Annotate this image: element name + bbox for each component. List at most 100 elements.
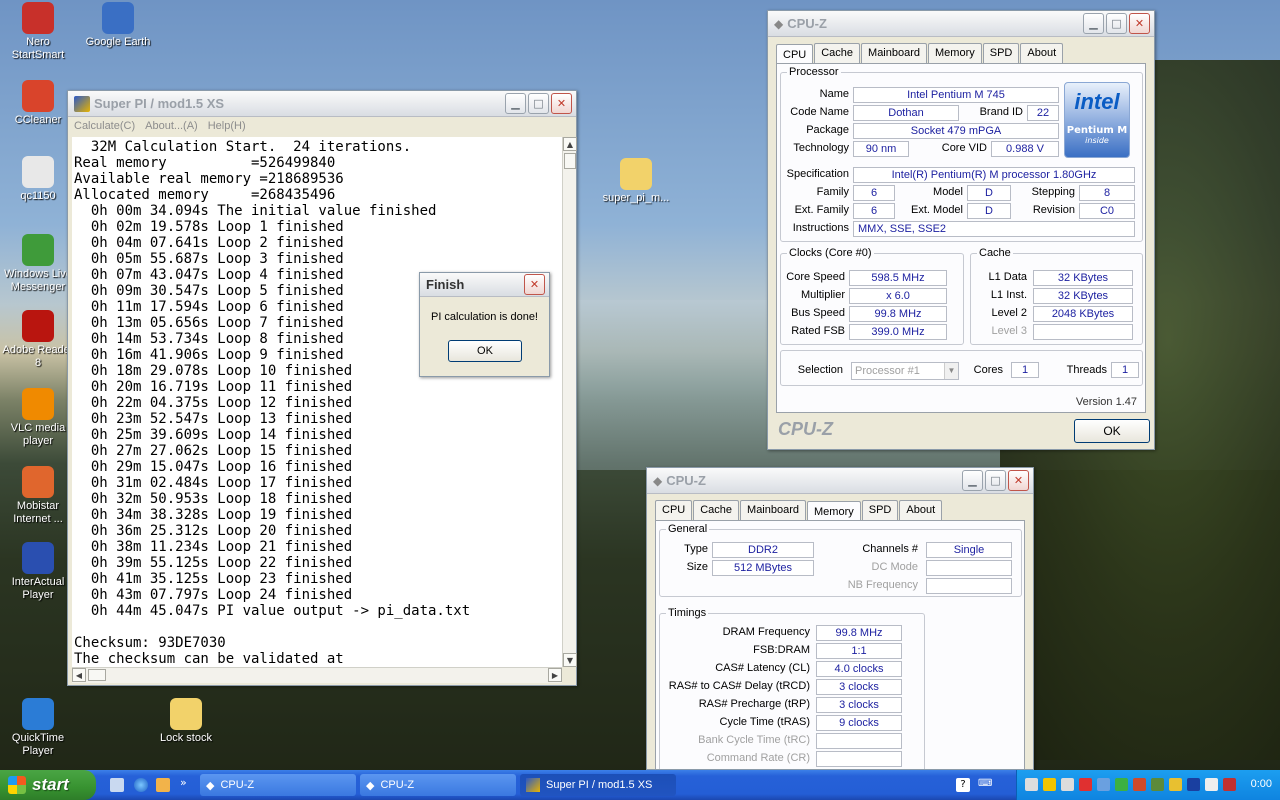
scroll-thumb[interactable]	[564, 153, 576, 169]
size-label: Size	[686, 561, 708, 573]
cpuz-ok-button[interactable]: OK	[1074, 419, 1150, 443]
quicklaunch-chevron-icon[interactable]: »	[180, 776, 187, 789]
timing-label: RAS# to CAS# Delay (tRCD)	[668, 680, 810, 692]
tray-app4-icon[interactable]	[1169, 778, 1182, 791]
desktop-icon[interactable]: Nero StartSmart	[0, 2, 76, 62]
quicklaunch-media-icon[interactable]	[156, 778, 170, 792]
close-button[interactable]: ✕	[551, 93, 572, 114]
desktop-icon[interactable]: Google Earth	[80, 2, 156, 49]
menu-about[interactable]: About...(A)	[145, 120, 198, 132]
tab-cpu[interactable]: CPU	[776, 44, 814, 64]
hscroll-thumb[interactable]	[88, 669, 106, 681]
timing-value: 4.0 clocks	[816, 661, 902, 677]
scroll-right-icon[interactable]: ▶	[548, 668, 562, 682]
start-label: start	[32, 775, 69, 794]
output-line: 0h 44m 45.047s PI value output -> pi_dat…	[74, 603, 471, 619]
clock: 0:00	[1250, 778, 1272, 790]
finish-ok-button[interactable]: OK	[448, 340, 522, 362]
cores-value: 1	[1011, 362, 1039, 378]
chevron-down-icon[interactable]: ▼	[944, 363, 958, 379]
maximize-button[interactable]: □	[528, 93, 549, 114]
maximize-button[interactable]: □	[1106, 13, 1127, 34]
tray-wifi-icon[interactable]	[1205, 778, 1218, 791]
language-icon[interactable]: ⌨	[978, 778, 992, 792]
desktop-icon[interactable]: InterActual Player	[0, 542, 76, 602]
maximize-button[interactable]: □	[985, 470, 1006, 491]
tray-app-icon[interactable]	[1115, 778, 1128, 791]
minimize-button[interactable]: ▁	[1083, 13, 1104, 34]
cpuz2-titlebar[interactable]: ◆ CPU-Z ▁ □ ✕	[647, 468, 1033, 494]
tab-about[interactable]: About	[899, 500, 943, 520]
desktop-icon[interactable]: Lock stock	[148, 698, 224, 745]
scroll-left-icon[interactable]: ◀	[72, 668, 86, 682]
task-cpuz-2[interactable]: ◆ CPU-Z	[360, 774, 516, 796]
quicklaunch-ie-icon[interactable]	[134, 778, 148, 792]
corevid-value: 0.988 V	[991, 141, 1059, 157]
timing-value	[816, 751, 902, 767]
close-button[interactable]: ✕	[1129, 13, 1150, 34]
tab-memory[interactable]: Memory	[807, 501, 861, 521]
menu-calculate[interactable]: Calculate(C)	[74, 120, 135, 132]
desktop-icon[interactable]: Windows Live Messenger	[0, 234, 76, 294]
tab-about[interactable]: About	[1020, 43, 1064, 63]
task-superpi[interactable]: Super PI / mod1.5 XS	[520, 774, 676, 796]
tab-cpu[interactable]: CPU	[655, 500, 693, 520]
tray-network-icon[interactable]	[1025, 778, 1038, 791]
tray-app5-icon[interactable]	[1187, 778, 1200, 791]
tray-security-icon[interactable]	[1043, 778, 1056, 791]
corevid-label: Core VID	[941, 142, 987, 154]
desktop-icon[interactable]: Adobe Reader 8	[0, 310, 76, 370]
tray-volume-icon[interactable]	[1061, 778, 1074, 791]
tray-app3-icon[interactable]	[1151, 778, 1164, 791]
codename-value: Dothan	[853, 105, 959, 121]
finish-close-button[interactable]: ✕	[524, 274, 545, 295]
superpi-titlebar[interactable]: Super PI / mod1.5 XS ▁ □ ✕	[68, 91, 576, 117]
tab-memory[interactable]: Memory	[928, 43, 982, 63]
task-cpuz-1[interactable]: ◆ CPU-Z	[200, 774, 356, 796]
scroll-up-icon[interactable]: ▲	[563, 137, 577, 151]
superpi-window[interactable]: Super PI / mod1.5 XS ▁ □ ✕ Calculate(C) …	[67, 90, 577, 686]
minimize-button[interactable]: ▁	[505, 93, 526, 114]
threads-label: Threads	[1066, 364, 1107, 376]
tab-cache[interactable]: Cache	[814, 43, 861, 63]
desktop-icon[interactable]: QuickTime Player	[0, 698, 76, 758]
tray-app2-icon[interactable]	[1133, 778, 1146, 791]
horizontal-scrollbar[interactable]: ◀ ▶	[72, 667, 562, 683]
tab-spd[interactable]: SPD	[861, 500, 899, 520]
corespeed-label: Core Speed	[786, 271, 845, 283]
desktop-icon[interactable]: VLC media player	[0, 388, 76, 448]
desktop-icon[interactable]: super_pi_m...	[598, 158, 674, 205]
tab-cache[interactable]: Cache	[693, 500, 740, 520]
tab-mainboard[interactable]: Mainboard	[861, 43, 928, 63]
busspeed-label: Bus Speed	[791, 307, 845, 319]
close-button[interactable]: ✕	[1008, 470, 1029, 491]
desktop-icon[interactable]: Mobistar Internet ...	[0, 466, 76, 526]
menu-help[interactable]: Help(H)	[208, 120, 246, 132]
start-button[interactable]: start	[0, 770, 96, 800]
taskbar: start » ◆ CPU-Z ◆ CPU-Z Super PI / mod1.5 …	[0, 770, 1280, 800]
task-superpi-icon	[526, 778, 540, 792]
cpuz-cpu-window[interactable]: ◆ CPU-Z ▁ □ ✕ CPU Cache Mainboard Memory…	[767, 10, 1155, 450]
tray-alert-icon[interactable]	[1079, 778, 1092, 791]
desktop-icon[interactable]: CCleaner	[0, 80, 76, 127]
tab-spd[interactable]: SPD	[982, 43, 1020, 63]
tray-sync-icon[interactable]	[1097, 778, 1110, 791]
finish-titlebar[interactable]: Finish ✕	[420, 273, 549, 297]
codename-label: Code Name	[790, 106, 849, 118]
desktop-icon[interactable]: qc1150	[0, 156, 76, 203]
vertical-scrollbar[interactable]: ▲ ▼	[562, 137, 577, 667]
output-line: The checksum can be validated at	[74, 651, 344, 667]
model-value: D	[967, 185, 1011, 201]
tab-mainboard[interactable]: Mainboard	[740, 500, 807, 520]
help-icon[interactable]: ?	[956, 778, 970, 792]
selection-dropdown[interactable]: Processor #1 ▼	[851, 362, 959, 380]
superpi-title: Super PI / mod1.5 XS	[94, 96, 225, 111]
cpuz-titlebar[interactable]: ◆ CPU-Z ▁ □ ✕	[768, 11, 1154, 37]
finish-dialog[interactable]: Finish ✕ PI calculation is done! OK	[419, 272, 550, 377]
cpuz-memory-window[interactable]: ◆ CPU-Z ▁ □ ✕ CPU Cache Mainboard Memory…	[646, 467, 1034, 770]
output-line: Real memory =526499840	[74, 155, 336, 171]
minimize-button[interactable]: ▁	[962, 470, 983, 491]
tray-app6-icon[interactable]	[1223, 778, 1236, 791]
quicklaunch-desktop-icon[interactable]	[110, 778, 124, 792]
scroll-down-icon[interactable]: ▼	[563, 653, 577, 667]
